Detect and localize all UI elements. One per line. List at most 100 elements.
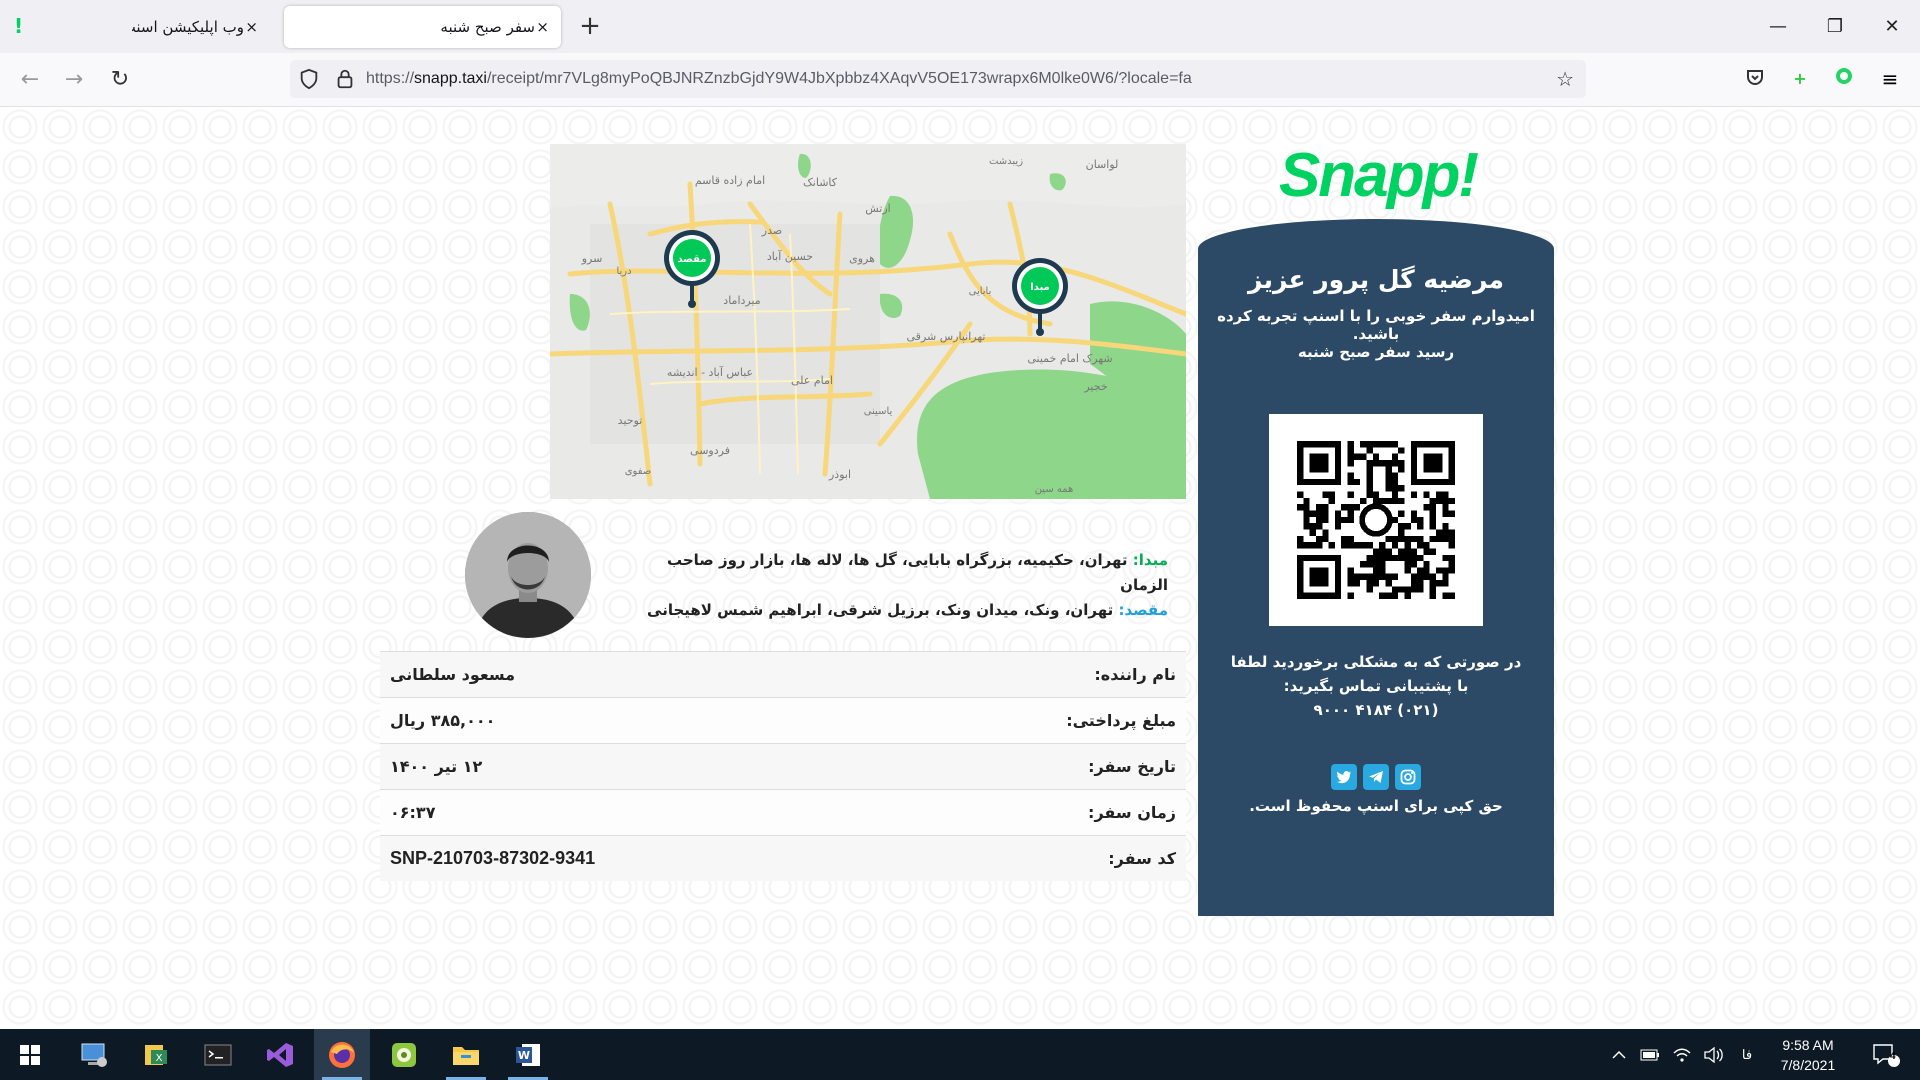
windows-taskbar: X W فا 9:58 AM 7/8/2021 4 <box>0 1029 1920 1080</box>
receipt-title: رسید سفر صبح شنبه <box>1297 343 1455 361</box>
telegram-icon[interactable] <box>1363 764 1389 790</box>
map-label: ابوذر <box>828 468 851 481</box>
url-text[interactable]: https://snapp.taxi/receipt/mr7VLg8myPoQB… <box>366 70 1192 88</box>
minimize-button[interactable]: — <box>1758 12 1798 42</box>
map-label: لواسان <box>1086 158 1119 171</box>
computer-icon[interactable] <box>66 1029 122 1080</box>
twitter-icon[interactable] <box>1331 764 1357 790</box>
detail-row-amount: مبلغ پرداختی: ۳۸۵,۰۰۰ ریال <box>380 697 1186 743</box>
receipt-page: لواسان زیبدشت کاشانک امام زاده قاسم ارتش… <box>0 107 1920 1029</box>
support-info: در صورتی که به مشکلی برخوردید لطفا با پش… <box>1228 650 1524 722</box>
map-label: خجیر <box>1083 380 1107 393</box>
trip-details-table: نام راننده: مسعود سلطانی مبلغ پرداختی: ۳… <box>380 651 1186 881</box>
terminal-icon[interactable] <box>190 1029 246 1080</box>
tab-web-app[interactable]: × وب اپلیکیشن اسنپ <box>120 6 270 48</box>
detail-row-time: زمان سفر: ۰۶:۳۷ <box>380 789 1186 835</box>
detail-value: مسعود سلطانی <box>390 665 516 684</box>
pocket-icon[interactable] <box>1743 67 1767 91</box>
word-icon[interactable]: W <box>500 1029 556 1080</box>
map-label: صفوی <box>625 466 652 477</box>
clock-time: 9:58 AM <box>1782 1037 1834 1053</box>
detail-value: ۱۲ تیر ۱۴۰۰ <box>390 757 483 776</box>
map-label: یاسینی <box>864 406 893 417</box>
new-tab-button[interactable]: + <box>578 12 602 40</box>
origin-label: مبدا: <box>1132 551 1168 569</box>
system-clock[interactable]: 9:58 AM 7/8/2021 <box>1766 1035 1850 1075</box>
shield-icon[interactable] <box>298 68 320 90</box>
extension-whatsapp-icon[interactable] <box>1832 67 1856 91</box>
copyright-text: حق کپی برای اسنپ محفوظ است. <box>1249 797 1503 815</box>
menu-icon[interactable]: ≡ <box>1878 67 1902 91</box>
detail-row-trip-code: کد سفر: SNP-210703-87302-9341 <box>380 835 1186 881</box>
close-window-button[interactable]: ✕ <box>1872 12 1912 42</box>
volume-icon[interactable] <box>1700 1029 1728 1080</box>
battery-icon[interactable] <box>1636 1029 1664 1080</box>
svg-text:W: W <box>518 1049 530 1062</box>
restore-button[interactable]: ❐ <box>1815 12 1855 42</box>
destination-label: مقصد: <box>1118 601 1168 619</box>
tab-bar: ! × وب اپلیکیشن اسنپ × سفر صبح شنبه + — … <box>0 0 1920 53</box>
map-label: سرو <box>581 252 603 265</box>
detail-key: زمان سفر: <box>1088 803 1176 822</box>
bookmark-star-icon[interactable]: ☆ <box>1556 67 1574 91</box>
back-arrow-icon[interactable]: ← <box>16 66 44 94</box>
map-label: کاشانک <box>803 176 838 189</box>
origin-pin-label: مبدا <box>1030 282 1049 293</box>
notification-count: 4 <box>1890 1051 1896 1062</box>
detail-key: تاریخ سفر: <box>1088 757 1176 776</box>
map-label: توحید <box>618 414 643 427</box>
destination-address: تهران، ونک، میدان ونک، برزیل شرقی، ابراه… <box>647 601 1114 619</box>
notification-center-icon[interactable]: 4 <box>1864 1029 1908 1080</box>
close-icon[interactable]: × <box>535 18 549 36</box>
windows-start-icon[interactable] <box>2 1029 58 1080</box>
reload-icon[interactable]: ↻ <box>106 66 134 94</box>
snapp-logo: Snapp! <box>1278 141 1479 210</box>
map-label: شهرک امام خمینی <box>1027 352 1112 365</box>
route-map[interactable]: لواسان زیبدشت کاشانک امام زاده قاسم ارتش… <box>550 144 1186 499</box>
visual-studio-icon[interactable] <box>252 1029 308 1080</box>
map-label: بابایی <box>969 286 992 297</box>
support-phone[interactable]: (۰۲۱) ۴۱۸۴ ۹۰۰۰ <box>1228 698 1524 722</box>
qr-code-image <box>1297 441 1455 599</box>
tab-title: وب اپلیکیشن اسنپ <box>132 18 244 36</box>
greeting-subtitle: امیدوارم سفر خوبی را با اسنپ تجربه کرده … <box>1217 307 1535 343</box>
firefox-icon[interactable] <box>314 1029 370 1080</box>
social-links <box>1198 764 1554 790</box>
origin-address: تهران، حکیمیه، بزرگراه بابایی، گل ها، لا… <box>666 551 1168 594</box>
detail-key: نام راننده: <box>1094 665 1176 684</box>
address-bar[interactable]: https://snapp.taxi/receipt/mr7VLg8myPoQB… <box>290 60 1586 98</box>
greeting-title: مرضیه گل پرور عزیز <box>1248 265 1504 294</box>
map-label: امام زاده قاسم <box>695 174 765 187</box>
detail-key: مبلغ پرداختی: <box>1066 711 1176 730</box>
instagram-icon[interactable] <box>1395 764 1421 790</box>
detail-value: ۰۶:۳۷ <box>390 803 436 822</box>
destination-row: مقصد: تهران، ونک، میدان ونک، برزیل شرقی،… <box>620 598 1168 623</box>
clock-date: 7/8/2021 <box>1780 1057 1836 1073</box>
detail-row-date: تاریخ سفر: ۱۲ تیر ۱۴۰۰ <box>380 743 1186 789</box>
map-label: میرداماد <box>723 294 760 307</box>
detail-value: ۳۸۵,۰۰۰ ریال <box>390 711 496 730</box>
file-explorer-icon[interactable] <box>438 1029 494 1080</box>
tab-title: سفر صبح شنبه <box>440 18 535 36</box>
input-language[interactable]: فا <box>1734 1029 1760 1080</box>
tab-receipt[interactable]: × سفر صبح شنبه <box>284 6 561 48</box>
navigation-bar: ← → ↻ https://snapp.taxi/receipt/mr7VLg8… <box>0 53 1920 107</box>
close-icon[interactable]: × <box>244 18 258 36</box>
wifi-icon[interactable] <box>1668 1029 1696 1080</box>
svg-text:X: X <box>156 1053 163 1064</box>
excel-add-icon[interactable]: X <box>128 1029 184 1080</box>
lock-icon[interactable] <box>334 68 356 90</box>
map-label: ارتش <box>865 202 890 215</box>
qr-code <box>1269 414 1483 626</box>
driver-avatar <box>465 512 591 638</box>
map-label: فردوسی <box>690 444 730 457</box>
chevron-up-icon[interactable] <box>1606 1029 1632 1080</box>
map-label: تهرانپارس شرقی <box>907 330 986 343</box>
map-label: حسین آباد <box>767 249 813 263</box>
detail-row-driver: نام راننده: مسعود سلطانی <box>380 651 1186 697</box>
extension-plus-icon[interactable]: + <box>1788 67 1812 91</box>
forward-arrow-icon[interactable]: → <box>60 66 88 94</box>
detail-value: SNP-210703-87302-9341 <box>390 848 596 868</box>
map-label: دریا <box>616 266 631 277</box>
greenshot-icon[interactable] <box>376 1029 432 1080</box>
